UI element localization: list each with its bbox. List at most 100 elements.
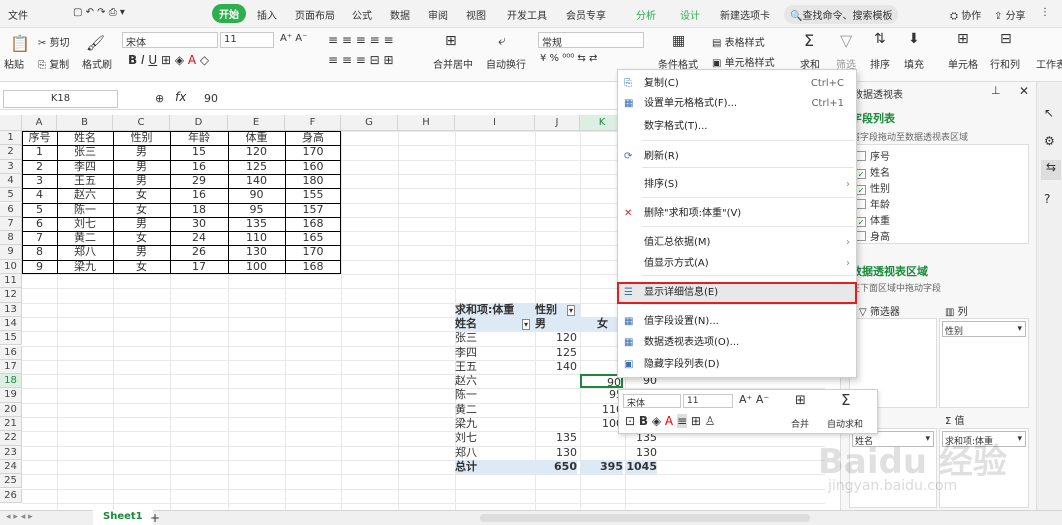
table-cell[interactable]: 100 bbox=[228, 260, 285, 274]
table-header-cell[interactable]: 身高 bbox=[285, 131, 341, 145]
collab-button[interactable]: ⛭ 协作 bbox=[950, 7, 981, 22]
pivot-panel-icon[interactable]: ⇆ bbox=[1041, 160, 1061, 180]
table-cell[interactable]: 16 bbox=[170, 160, 228, 174]
table-cell[interactable]: 李四 bbox=[57, 160, 113, 174]
sheet-button[interactable]: 工作表 bbox=[1036, 56, 1062, 71]
table-cell[interactable]: 王五 bbox=[57, 174, 113, 188]
row-header[interactable]: 18 bbox=[0, 374, 22, 389]
paste-button[interactable]: 粘贴 bbox=[4, 56, 24, 71]
table-cell[interactable]: 16 bbox=[170, 188, 228, 202]
paste-icon[interactable]: 📋 bbox=[10, 34, 30, 53]
table-cell[interactable]: 15 bbox=[170, 145, 228, 159]
pivot-total-label[interactable]: 总计 bbox=[455, 459, 535, 475]
align-icons[interactable]: ≡ ≡ ≡ ≡ ≡ bbox=[328, 33, 394, 47]
pivot-cell-male[interactable]: 135 bbox=[535, 431, 577, 445]
row-header[interactable]: 21 bbox=[0, 417, 22, 432]
table-header-cell[interactable]: 体重 bbox=[228, 131, 285, 145]
pivot-row-label[interactable]: 刘七 bbox=[455, 431, 535, 445]
cell-style-button[interactable]: ▣ 单元格样式 bbox=[712, 54, 775, 69]
table-cell[interactable]: 17 bbox=[170, 260, 228, 274]
merge-center-button[interactable]: 合并居中 bbox=[433, 56, 473, 71]
pivot-total-male[interactable]: 650 bbox=[535, 459, 577, 475]
row-header[interactable]: 7 bbox=[0, 216, 22, 232]
table-cell[interactable]: 24 bbox=[170, 231, 228, 245]
share-button[interactable]: ⇪ 分享 bbox=[994, 7, 1026, 22]
row-header[interactable]: 5 bbox=[0, 188, 22, 203]
wrap-text-button[interactable]: 自动换行 bbox=[486, 56, 526, 71]
sheet-tab[interactable]: Sheet1 bbox=[93, 510, 153, 525]
pivot-cell-total[interactable]: 130 bbox=[625, 446, 657, 460]
pivot-title[interactable]: 求和项:体重 bbox=[455, 302, 535, 317]
pivot-cell-male[interactable]: 120 bbox=[535, 331, 577, 345]
cond-format-icon[interactable]: ▦ bbox=[672, 33, 685, 49]
row-header[interactable]: 11 bbox=[0, 274, 22, 289]
table-cell[interactable]: 男 bbox=[113, 217, 170, 231]
row-header[interactable]: 12 bbox=[0, 288, 22, 303]
context-menu-item[interactable]: ⎘ 复制(C) Ctrl+C bbox=[618, 74, 856, 94]
tab-data[interactable]: 数据 bbox=[390, 7, 410, 22]
table-cell[interactable]: 4 bbox=[22, 188, 57, 202]
cells-button[interactable]: 单元格 bbox=[948, 56, 978, 71]
context-menu-item[interactable]: ▦ 设置单元格格式(F)... Ctrl+1 bbox=[618, 94, 856, 114]
number-icons[interactable]: ¥ % ⁰⁰⁰ ⇆ ⇄ bbox=[540, 53, 597, 64]
font-select[interactable]: 宋体 bbox=[122, 32, 218, 49]
column-header[interactable]: F bbox=[285, 115, 341, 131]
pivot-total-all[interactable]: 1045 bbox=[625, 459, 657, 475]
table-header-cell[interactable]: 性别 bbox=[113, 131, 170, 145]
pivot-cell-male[interactable] bbox=[535, 388, 577, 402]
file-menu[interactable]: 文件 bbox=[8, 7, 28, 22]
table-cell[interactable]: 郑八 bbox=[57, 245, 113, 259]
font-size-select[interactable]: 11 bbox=[220, 32, 274, 48]
pivot-cell-male[interactable] bbox=[535, 417, 577, 431]
row-header[interactable]: 4 bbox=[0, 173, 22, 189]
pivot-cell-male[interactable] bbox=[535, 403, 577, 417]
table-cell[interactable]: 9 bbox=[22, 260, 57, 274]
field-item[interactable]: 身高 bbox=[856, 228, 890, 243]
font-style-icons[interactable]: B I U ⊞ ◈ A ◇ bbox=[128, 53, 209, 67]
tab-member[interactable]: 会员专享 bbox=[566, 7, 606, 22]
table-cell[interactable]: 黄二 bbox=[57, 231, 113, 245]
row-header[interactable]: 1 bbox=[0, 131, 22, 146]
pin-icon[interactable]: ⊥ bbox=[991, 84, 1001, 97]
sort-button[interactable]: 排序 bbox=[870, 56, 890, 71]
context-menu-item[interactable]: 排序(S) › bbox=[618, 175, 856, 195]
number-format-select[interactable]: 常规 bbox=[538, 32, 644, 49]
col-field-dropdown-icon[interactable]: ▾ bbox=[567, 304, 576, 316]
name-box[interactable]: K18 bbox=[3, 90, 118, 108]
context-menu-item[interactable]: 数字格式(T)... bbox=[618, 117, 856, 137]
table-cell[interactable]: 男 bbox=[113, 160, 170, 174]
pivot-row-label[interactable]: 李四 bbox=[455, 346, 535, 360]
tab-new[interactable]: 新建选项卡 bbox=[720, 7, 770, 22]
table-cell[interactable]: 30 bbox=[170, 217, 228, 231]
row-header[interactable]: 3 bbox=[0, 159, 22, 174]
table-cell[interactable]: 男 bbox=[113, 174, 170, 188]
table-cell[interactable]: 女 bbox=[113, 203, 170, 217]
pivot-row-label[interactable]: 王五 bbox=[455, 360, 535, 374]
field-item[interactable]: ✓ 性别 bbox=[856, 180, 890, 195]
table-cell[interactable]: 170 bbox=[285, 245, 341, 259]
table-cell[interactable]: 168 bbox=[285, 260, 341, 274]
sliders-icon[interactable]: ⚙ bbox=[1044, 134, 1055, 148]
tab-nav-icons[interactable]: ◂ ▸ ◂ ▸ bbox=[6, 512, 33, 522]
rowcol-icon[interactable]: ⊟ bbox=[1000, 31, 1012, 47]
pivot-row-label[interactable]: 郑八 bbox=[455, 446, 535, 460]
row-header[interactable]: 8 bbox=[0, 231, 22, 246]
pivot-cell-male[interactable]: 140 bbox=[535, 360, 577, 374]
field-item[interactable]: 年龄 bbox=[856, 196, 890, 211]
table-cell[interactable]: 梁九 bbox=[57, 260, 113, 274]
sort-icon[interactable]: ⇅ bbox=[874, 31, 886, 47]
row-field-dropdown-icon[interactable]: ▾ bbox=[522, 318, 531, 330]
column-header[interactable]: G bbox=[341, 115, 398, 131]
table-cell[interactable]: 女 bbox=[113, 260, 170, 274]
fill-icon[interactable]: ⬇ bbox=[908, 31, 920, 47]
context-menu-item[interactable]: ▦ 数据透视表选项(O)... bbox=[618, 333, 856, 353]
pivot-total-female[interactable]: 395 bbox=[580, 459, 623, 475]
table-cell[interactable]: 29 bbox=[170, 174, 228, 188]
mini-autosum-button[interactable]: 自动求和 bbox=[827, 417, 863, 430]
table-header-cell[interactable]: 姓名 bbox=[57, 131, 113, 145]
row-header[interactable]: 17 bbox=[0, 359, 22, 375]
table-cell[interactable]: 1 bbox=[22, 145, 57, 159]
copy-button[interactable]: ⎘ 复制 bbox=[38, 56, 69, 71]
field-checkbox[interactable]: ✓ bbox=[856, 185, 866, 195]
pivot-cell-female[interactable]: 110 bbox=[580, 403, 623, 417]
